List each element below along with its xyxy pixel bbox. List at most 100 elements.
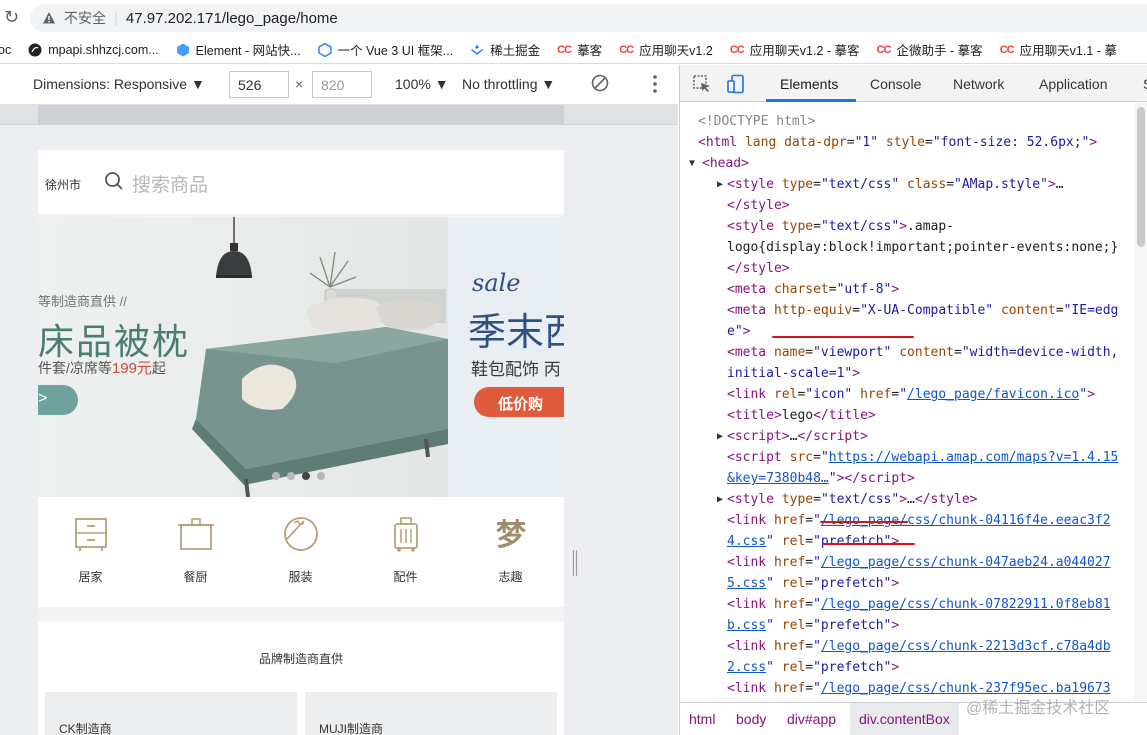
dom-node-line[interactable]: <link href="/lego_page/css/chunk-04116f4…	[727, 510, 1111, 531]
search-input[interactable]: 搜索商品	[132, 170, 208, 197]
element-icon	[176, 43, 190, 57]
dom-node-line[interactable]: 2.css" rel="prefetch">	[727, 657, 899, 678]
category-item[interactable]: 服装	[248, 497, 353, 607]
dom-node-line[interactable]: logo{display:block!important;pointer-eve…	[727, 237, 1118, 258]
cc-icon: CC	[876, 43, 892, 56]
bookmark-item[interactable]: CC 企微助手 - 摹客	[877, 40, 983, 59]
throttling-dropdown[interactable]: No throttling ▼	[462, 76, 555, 92]
tab-elements[interactable]: Elements	[780, 76, 838, 92]
dom-node-line[interactable]: &key=7380b48…"></script>	[727, 468, 915, 489]
bookmark-item[interactable]: CC 应用聊天v1.1 - 摹	[1000, 40, 1117, 59]
bookmark-label: 摹客	[577, 44, 603, 58]
breadcrumb-contentbox[interactable]: div.contentBox	[850, 703, 959, 735]
category-item[interactable]: 餐厨	[143, 497, 248, 607]
dom-node-line[interactable]: <meta http-equiv="X-UA-Compatible" conte…	[727, 300, 1118, 321]
bookmark-item[interactable]: Element - 网站快...	[176, 40, 301, 59]
dom-node-line[interactable]: <script src="https://webapi.amap.com/map…	[727, 447, 1118, 468]
dom-node-line[interactable]: ▶ <style type="text/css">…</style>	[717, 489, 978, 510]
brand-card[interactable]: MUJI制造商	[305, 692, 557, 735]
tab-network[interactable]: Network	[953, 76, 1004, 92]
omnibox[interactable]: 不安全 | 47.97.202.171/lego_page/home	[30, 4, 1147, 32]
devtools-tab-bar: Elements Console Network Application S	[680, 65, 1147, 102]
warning-icon[interactable]	[42, 11, 56, 25]
bookmark-item[interactable]: oc	[0, 43, 11, 57]
cc-icon: CC	[619, 43, 634, 56]
brand-card[interactable]: CK制造商	[45, 692, 297, 735]
media-query-ruler[interactable]	[0, 105, 678, 125]
dom-node-line[interactable]: ▶ <script>…</script>	[717, 426, 868, 447]
dom-node-line[interactable]: initial-scale=1">	[727, 363, 860, 384]
mobile-header: 徐州市 搜索商品	[38, 150, 564, 214]
dom-node-line[interactable]: e">	[727, 321, 750, 342]
dom-node-line[interactable]: <title>lego</title>	[727, 405, 876, 426]
breadcrumb-html[interactable]: html	[689, 711, 715, 727]
expand-triangle-icon[interactable]: ▶	[717, 489, 723, 510]
tab-application[interactable]: Application	[1039, 76, 1108, 92]
dom-node-line[interactable]: <meta charset="utf-8">	[727, 279, 899, 300]
tab-console[interactable]: Console	[870, 76, 921, 92]
bookmark-item[interactable]: CC 应用聊天v1.2 - 摹客	[730, 40, 860, 59]
security-label[interactable]: 不安全	[64, 8, 106, 28]
dom-node-line[interactable]: <link rel="icon" href="/lego_page/favico…	[727, 384, 1095, 405]
viewport-width-input[interactable]: 526	[229, 71, 289, 98]
banner-description: 件套/凉席等199元起	[38, 360, 166, 377]
dom-node-line[interactable]: ▼ <head>	[689, 153, 749, 174]
dom-node-line[interactable]: b.css" rel="prefetch">	[727, 615, 899, 636]
watermark: @稀土掘金技术社区	[966, 700, 1111, 717]
banner-slide-sale[interactable]: sale 季末西 鞋包配饰 丙 低价购	[448, 217, 564, 497]
dimensions-dropdown[interactable]: Dimensions: Responsive ▼	[33, 76, 205, 92]
dom-node-line[interactable]: 5.css" rel="prefetch">	[727, 573, 899, 594]
carousel-dot[interactable]	[317, 472, 325, 480]
bookmark-item[interactable]: 一个 Vue 3 UI 框架...	[317, 40, 453, 59]
more-options-icon[interactable]	[651, 74, 659, 97]
carousel-dot[interactable]	[272, 472, 280, 480]
zoom-dropdown[interactable]: 100% ▼	[395, 76, 449, 92]
search-icon[interactable]	[104, 171, 124, 196]
dom-node-line[interactable]: ▶ <style type="text/css" class="AMap.styl…	[717, 174, 1064, 195]
dom-node-line[interactable]: </style>	[727, 258, 790, 279]
banner-carousel[interactable]: 等制造商直供 // 床品被枕 件套/凉席等199元起 > sale 季末西 鞋包…	[38, 217, 564, 497]
expand-triangle-icon[interactable]: ▶	[717, 426, 723, 447]
bookmark-item[interactable]: CC 应用聊天v1.2	[619, 40, 713, 59]
breadcrumb-app[interactable]: div#app	[787, 711, 836, 727]
category-item[interactable]: 居家	[38, 497, 143, 607]
carousel-dot[interactable]	[302, 472, 310, 480]
bookmark-item[interactable]: 稀土掘金	[470, 40, 540, 59]
category-item[interactable]: 配件	[353, 497, 458, 607]
dom-node-line[interactable]: <link href="/lego_page/css/chunk-2213d3c…	[727, 636, 1111, 657]
bookmark-label: 稀土掘金	[490, 44, 541, 58]
category-label: 餐厨	[183, 570, 208, 584]
device-toolbar-icon[interactable]	[726, 74, 746, 94]
bookmark-item[interactable]: mpapi.shhzcj.com...	[28, 43, 159, 57]
category-item[interactable]: 梦志趣	[458, 497, 563, 607]
ruler-viewport-segment[interactable]	[38, 105, 564, 125]
tab-overflow[interactable]: S	[1143, 76, 1147, 92]
brand-section: 品牌制造商直供 CK制造商 MUJI制造商	[38, 622, 564, 735]
dom-node-line[interactable]: <link href="/lego_page/css/chunk-0782291…	[727, 594, 1111, 615]
dom-node-line[interactable]: <meta name="viewport" content="width=dev…	[727, 342, 1118, 363]
bookmark-item[interactable]: CC 摹客	[557, 40, 602, 59]
dom-node-line[interactable]: <style type="text/css">.amap-	[727, 216, 954, 237]
dom-node-line[interactable]: <link href="/lego_page/css/chunk-047aeb2…	[727, 552, 1111, 573]
reload-icon[interactable]: ↻	[4, 7, 19, 28]
dom-node-line[interactable]: </style>	[727, 195, 790, 216]
city-selector[interactable]: 徐州市	[45, 176, 81, 193]
dom-node-line[interactable]: <!DOCTYPE html>	[698, 111, 815, 132]
vue-icon	[317, 42, 332, 57]
dom-node-line[interactable]: 4.css" rel="prefetch">	[727, 531, 899, 552]
category-nav: 居家 餐厨 服装 配件 梦志趣	[38, 497, 564, 607]
expand-triangle-icon[interactable]: ▶	[717, 174, 723, 195]
banner-cta-button[interactable]: >	[38, 385, 78, 415]
banner-slide-bedding[interactable]: 等制造商直供 // 床品被枕 件套/凉席等199元起 >	[38, 217, 448, 497]
url-text[interactable]: 47.97.202.171/lego_page/home	[126, 10, 338, 27]
carousel-dot[interactable]	[287, 472, 295, 480]
collapse-triangle-icon[interactable]: ▼	[689, 153, 695, 174]
rotate-icon[interactable]	[590, 73, 610, 96]
sale-cta-button[interactable]: 低价购	[474, 387, 564, 417]
inspect-element-icon[interactable]	[692, 74, 712, 94]
viewport-resize-handle[interactable]	[572, 546, 578, 580]
dom-node-line[interactable]: <html lang data-dpr="1" style="font-size…	[698, 132, 1097, 153]
viewport-height-input[interactable]: 820	[312, 71, 372, 98]
dom-tree-scrollbar[interactable]	[1134, 103, 1147, 701]
breadcrumb-body[interactable]: body	[736, 711, 766, 727]
